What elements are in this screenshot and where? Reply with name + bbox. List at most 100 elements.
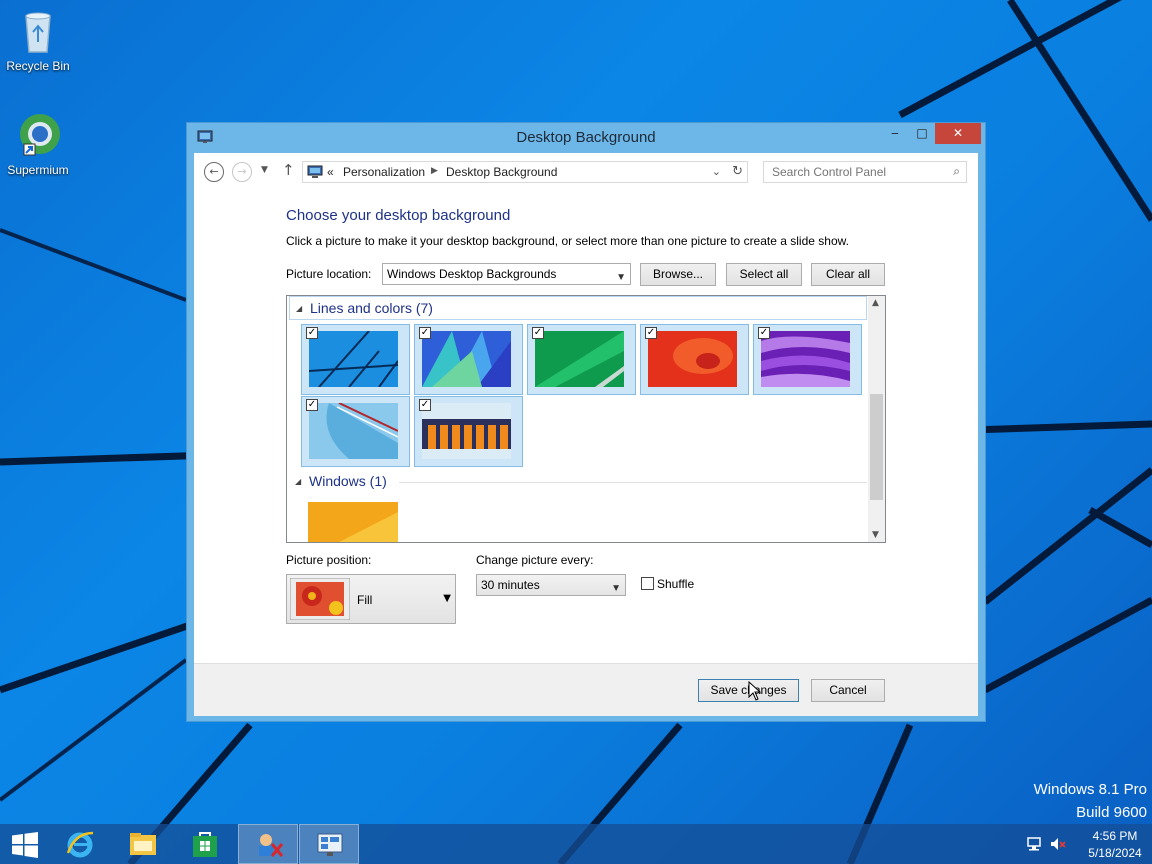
taskbar-internet-explorer[interactable] [50, 824, 110, 864]
chevron-down-icon: ▼ [443, 593, 451, 604]
wallpaper-thumbnail [535, 331, 624, 387]
mouse-cursor-icon [748, 681, 762, 701]
wallpaper-thumbnail [761, 331, 850, 387]
system-clock[interactable]: 4:56 PM 5/18/2024 [1083, 828, 1147, 862]
group-label: Lines and colors (7) [310, 300, 433, 316]
picture-location-value: Windows Desktop Backgrounds [387, 267, 557, 281]
gallery-scrollbar[interactable]: ▲ ▼ [868, 296, 885, 542]
checkbox-icon[interactable]: ✓ [306, 327, 318, 339]
wallpaper-tile[interactable]: ✓ [640, 324, 749, 395]
clock-time: 4:56 PM [1092, 829, 1138, 843]
desktop-icon-supermium[interactable]: Supermium [0, 110, 76, 177]
change-picture-interval-value: 30 minutes [481, 578, 540, 592]
taskbar-desktop-background[interactable] [299, 824, 359, 864]
clock-date: 5/18/2024 [1088, 846, 1142, 860]
desktop-background-window: Desktop Background ‒ □ ✕ ← → ▼ ↑ « Perso… [186, 122, 986, 722]
chevron-down-icon: ▼ [616, 272, 626, 283]
close-button[interactable]: ✕ [935, 123, 981, 144]
shuffle-checkbox[interactable]: Shuffle [641, 577, 694, 591]
search-input[interactable] [764, 162, 934, 182]
control-panel-crumb-icon [307, 165, 323, 178]
wallpaper-tile[interactable] [308, 502, 398, 542]
file-explorer-icon [130, 833, 156, 855]
picture-position-preview [290, 578, 350, 620]
checkbox-icon[interactable]: ✓ [758, 327, 770, 339]
breadcrumb-overflow[interactable]: « [327, 165, 334, 179]
watermark-edition: Windows 8.1 Pro [1033, 781, 1147, 798]
breadcrumb-personalization[interactable]: Personalization [343, 165, 425, 179]
up-arrow-icon[interactable]: ↑ [282, 161, 295, 179]
checkbox-icon[interactable]: ✓ [532, 327, 544, 339]
checkbox-icon[interactable]: ✓ [306, 399, 318, 411]
wallpaper-tile[interactable]: ✓ [753, 324, 862, 395]
window-title: Desktop Background [516, 129, 656, 146]
volume-muted-icon[interactable] [1050, 836, 1066, 852]
recent-locations-chevron-icon[interactable]: ▼ [261, 165, 268, 175]
picture-position-label: Picture position: [286, 553, 372, 567]
wallpaper-tile[interactable]: ✓ [527, 324, 636, 395]
taskbar-control-panel[interactable] [238, 824, 298, 864]
maximize-button[interactable]: □ [910, 123, 934, 144]
navigation-bar: ← → ▼ ↑ « Personalization ▶ Desktop Back… [194, 153, 978, 189]
supermium-browser-icon [20, 114, 60, 156]
minimize-button[interactable]: ‒ [883, 123, 907, 144]
wallpaper-thumbnail [422, 331, 511, 387]
group-header-windows[interactable]: ◢ Windows (1) [289, 470, 867, 494]
breadcrumb-separator-icon[interactable]: ▶ [431, 166, 438, 176]
wallpaper-tile[interactable]: ✓ [301, 324, 410, 395]
checkbox-icon[interactable]: ✓ [419, 399, 431, 411]
windows-watermark: Windows 8.1 Pro Build 9600 [1034, 778, 1147, 824]
address-dropdown-chevron-icon[interactable]: ⌄ [712, 165, 721, 178]
checkbox-icon[interactable]: ✓ [645, 327, 657, 339]
cancel-button[interactable]: Cancel [811, 679, 885, 702]
shuffle-label: Shuffle [657, 577, 695, 591]
clear-all-button[interactable]: Clear all [811, 263, 885, 286]
desktop-background-task-icon [317, 833, 343, 856]
wallpaper-tile[interactable]: ✓ [301, 396, 410, 467]
taskbar: 4:56 PM 5/18/2024 [0, 824, 1152, 864]
watermark-build: Build 9600 [1076, 804, 1147, 821]
taskbar-file-explorer[interactable] [113, 824, 173, 864]
network-icon[interactable] [1026, 836, 1042, 852]
page-title: Choose your desktop background [286, 207, 511, 224]
group-divider [399, 482, 867, 483]
scroll-down-icon[interactable]: ▼ [872, 530, 879, 540]
taskbar-store[interactable] [175, 824, 235, 864]
wallpaper-thumbnail [648, 331, 737, 387]
scroll-up-icon[interactable]: ▲ [872, 298, 879, 308]
title-bar[interactable]: Desktop Background ‒ □ ✕ [187, 123, 985, 153]
recycle-bin-icon [25, 12, 51, 53]
picture-location-select[interactable]: Windows Desktop Backgrounds ▼ [382, 263, 631, 285]
checkbox-icon[interactable] [641, 577, 654, 590]
change-picture-interval-select[interactable]: 30 minutes ▼ [476, 574, 626, 596]
search-box[interactable]: ⌕ [763, 161, 967, 183]
browse-button[interactable]: Browse... [640, 263, 716, 286]
picture-position-value: Fill [357, 593, 373, 607]
group-header-lines-and-colors[interactable]: ◢ Lines and colors (7) [289, 296, 867, 320]
collapse-triangle-icon[interactable]: ◢ [295, 477, 301, 486]
forward-arrow-icon[interactable]: → [232, 162, 252, 182]
group-label: Windows (1) [309, 473, 387, 489]
scrollbar-thumb[interactable] [870, 394, 883, 500]
desktop-icon-label: Supermium [7, 163, 69, 177]
wallpaper-tile[interactable]: ✓ [414, 324, 523, 395]
desktop-icon-recycle-bin[interactable]: Recycle Bin [0, 6, 76, 73]
breadcrumb-desktop-background[interactable]: Desktop Background [446, 165, 557, 179]
wallpaper-thumbnail [309, 331, 398, 387]
wallpaper-gallery[interactable]: ◢ Lines and colors (7) ✓ ✓ ✓ ✓ ✓ ✓ ✓ ◢ W… [286, 295, 886, 543]
checkbox-icon[interactable]: ✓ [419, 327, 431, 339]
wallpaper-thumbnail [422, 403, 511, 459]
address-bar[interactable]: « Personalization ▶ Desktop Background ⌄… [302, 161, 748, 183]
back-arrow-icon[interactable]: ← [204, 162, 224, 182]
control-panel-icon [259, 834, 284, 857]
select-all-button[interactable]: Select all [726, 263, 802, 286]
collapse-triangle-icon[interactable]: ◢ [296, 304, 302, 313]
refresh-icon[interactable]: ↻ [732, 164, 743, 179]
dialog-footer: Save changes Cancel [194, 663, 978, 716]
picture-position-select[interactable]: Fill ▼ [286, 574, 456, 624]
window-client-area: ← → ▼ ↑ « Personalization ▶ Desktop Back… [194, 153, 978, 716]
wallpaper-tile[interactable]: ✓ [414, 396, 523, 467]
page-description: Click a picture to make it your desktop … [286, 234, 849, 248]
chevron-down-icon: ▼ [611, 583, 621, 594]
search-icon[interactable]: ⌕ [953, 164, 960, 179]
